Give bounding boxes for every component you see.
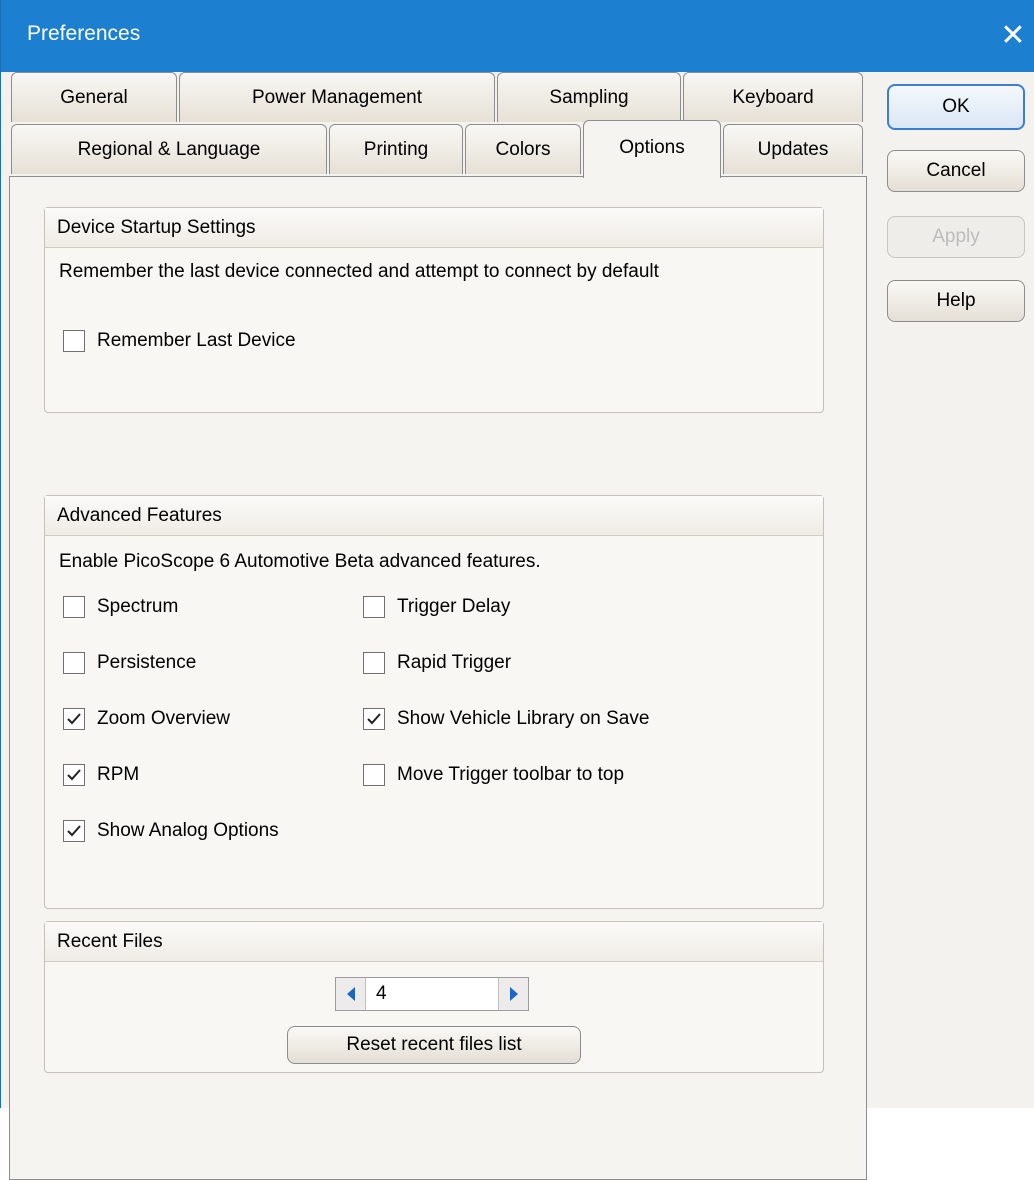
group-header: Recent Files <box>45 922 823 962</box>
title-bar[interactable]: Preferences ✕ <box>1 0 1034 72</box>
recent-files-count-value[interactable]: 4 <box>376 983 387 1005</box>
recent-files-count-spinner[interactable]: 4 <box>335 977 529 1011</box>
recent-files-group: Recent Files 4 Reset recent files list <box>44 921 824 1073</box>
ok-button[interactable]: OK <box>887 84 1025 130</box>
checkmark-icon <box>367 713 381 725</box>
checkbox-label: Remember Last Device <box>97 330 296 351</box>
checkbox-label: Rapid Trigger <box>397 652 512 673</box>
advanced-features-description: Enable PicoScope 6 Automotive Beta advan… <box>59 551 541 572</box>
checkbox-box[interactable] <box>363 708 385 730</box>
help-button[interactable]: Help <box>887 280 1025 322</box>
checkbox-box[interactable] <box>363 764 385 786</box>
checkmark-icon <box>67 713 81 725</box>
checkbox-label: Move Trigger toolbar to top <box>397 764 625 785</box>
tab-keyboard[interactable]: Keyboard <box>683 72 863 122</box>
checkbox-label: Zoom Overview <box>97 708 231 729</box>
increment-button[interactable] <box>498 978 528 1010</box>
checkbox-box[interactable] <box>63 652 85 674</box>
checkbox-label: Persistence <box>97 652 197 673</box>
options-panel: Device Startup Settings Remember the las… <box>9 176 867 1180</box>
checkbox-label: Trigger Delay <box>397 596 511 617</box>
decrement-button[interactable] <box>336 978 366 1010</box>
checkbox-label: RPM <box>97 764 140 785</box>
preferences-dialog: Preferences ✕ General Power Management S… <box>0 0 1034 1180</box>
tab-sampling[interactable]: Sampling <box>497 72 681 122</box>
checkbox-label: Spectrum <box>97 596 179 617</box>
window-title: Preferences <box>27 22 141 45</box>
checkbox-box[interactable] <box>363 652 385 674</box>
apply-button[interactable]: Apply <box>887 216 1025 258</box>
device-startup-group: Device Startup Settings Remember the las… <box>44 207 824 413</box>
checkbox-label: Show Vehicle Library on Save <box>397 708 650 729</box>
checkbox-label: Show Analog Options <box>97 820 279 841</box>
tab-colors[interactable]: Colors <box>465 124 581 174</box>
tab-control: General Power Management Sampling Keyboa… <box>9 72 867 1180</box>
reset-recent-files-button[interactable]: Reset recent files list <box>287 1026 581 1064</box>
right-arrow-icon <box>510 987 518 1001</box>
tab-general[interactable]: General <box>11 72 177 122</box>
tab-regional-language[interactable]: Regional & Language <box>11 124 327 174</box>
checkbox-box[interactable] <box>363 596 385 618</box>
checkbox-box[interactable] <box>63 330 85 352</box>
left-arrow-icon <box>347 987 355 1001</box>
device-startup-description: Remember the last device connected and a… <box>59 261 659 282</box>
cancel-button[interactable]: Cancel <box>887 150 1025 192</box>
advanced-features-group: Advanced Features Enable PicoScope 6 Aut… <box>44 495 824 909</box>
group-header: Device Startup Settings <box>45 208 823 248</box>
checkbox-box[interactable] <box>63 596 85 618</box>
tab-printing[interactable]: Printing <box>329 124 463 174</box>
checkbox-box[interactable] <box>63 764 85 786</box>
checkbox-box[interactable] <box>63 708 85 730</box>
group-header: Advanced Features <box>45 496 823 536</box>
checkmark-icon <box>67 825 81 837</box>
checkmark-icon <box>67 769 81 781</box>
checkbox-box[interactable] <box>63 820 85 842</box>
tab-power-management[interactable]: Power Management <box>179 72 495 122</box>
tab-updates[interactable]: Updates <box>723 124 863 174</box>
tab-options[interactable]: Options <box>583 120 721 178</box>
close-icon[interactable]: ✕ <box>991 12 1034 60</box>
